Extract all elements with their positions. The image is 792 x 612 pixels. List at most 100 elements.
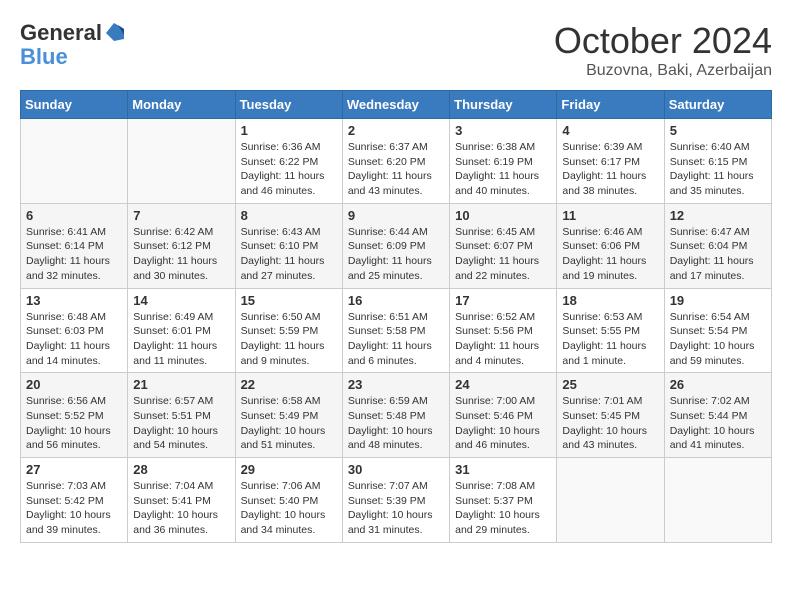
- calendar-week-5: 27 Sunrise: 7:03 AMSunset: 5:42 PMDayligh…: [21, 458, 772, 543]
- calendar-cell: 11 Sunrise: 6:46 AMSunset: 6:06 PMDayligh…: [557, 203, 664, 288]
- day-info: Sunrise: 6:38 AMSunset: 6:19 PMDaylight:…: [455, 140, 551, 199]
- calendar-cell: 31Sunrise: 7:08 AMSunset: 5:37 PMDayligh…: [450, 458, 557, 543]
- calendar-cell: 18 Sunrise: 6:53 AMSunset: 5:55 PMDayligh…: [557, 288, 664, 373]
- day-number: 9: [348, 208, 444, 223]
- day-info: Sunrise: 7:04 AMSunset: 5:41 PMDaylight:…: [133, 479, 229, 538]
- day-number: 28: [133, 462, 229, 477]
- month-title: October 2024: [554, 20, 772, 62]
- day-number: 23: [348, 377, 444, 392]
- day-number: 26: [670, 377, 766, 392]
- day-info: Sunrise: 6:49 AMSunset: 6:01 PMDaylight:…: [133, 310, 229, 369]
- day-info: Sunrise: 6:42 AMSunset: 6:12 PMDaylight:…: [133, 225, 229, 284]
- calendar-cell: 17 Sunrise: 6:52 AMSunset: 5:56 PMDayligh…: [450, 288, 557, 373]
- calendar-cell: 22Sunrise: 6:58 AMSunset: 5:49 PMDayligh…: [235, 373, 342, 458]
- day-number: 8: [241, 208, 337, 223]
- calendar-cell: 9Sunrise: 6:44 AMSunset: 6:09 PMDaylight…: [342, 203, 449, 288]
- day-info: Sunrise: 6:52 AMSunset: 5:56 PMDaylight:…: [455, 310, 551, 369]
- day-info: Sunrise: 6:37 AMSunset: 6:20 PMDaylight:…: [348, 140, 444, 199]
- calendar-cell: 24Sunrise: 7:00 AMSunset: 5:46 PMDayligh…: [450, 373, 557, 458]
- calendar-cell: [128, 119, 235, 204]
- page-header: General Blue October 2024 Buzovna, Baki,…: [20, 20, 772, 80]
- day-info: Sunrise: 6:54 AMSunset: 5:54 PMDaylight:…: [670, 310, 766, 369]
- day-number: 31: [455, 462, 551, 477]
- calendar-cell: 13Sunrise: 6:48 AMSunset: 6:03 PMDayligh…: [21, 288, 128, 373]
- day-number: 12: [670, 208, 766, 223]
- calendar-header-row: SundayMondayTuesdayWednesdayThursdayFrid…: [21, 91, 772, 119]
- day-info: Sunrise: 6:45 AMSunset: 6:07 PMDaylight:…: [455, 225, 551, 284]
- calendar-cell: 27 Sunrise: 7:03 AMSunset: 5:42 PMDayligh…: [21, 458, 128, 543]
- day-number: 21: [133, 377, 229, 392]
- calendar-cell: 26 Sunrise: 7:02 AMSunset: 5:44 PMDayligh…: [664, 373, 771, 458]
- day-number: 11: [562, 208, 658, 223]
- day-info: Sunrise: 6:39 AMSunset: 6:17 PMDaylight:…: [562, 140, 658, 199]
- day-info: Sunrise: 7:01 AMSunset: 5:45 PMDaylight:…: [562, 394, 658, 453]
- day-number: 18: [562, 293, 658, 308]
- logo-general: General: [20, 20, 102, 46]
- day-info: Sunrise: 7:03 AMSunset: 5:42 PMDaylight:…: [26, 479, 122, 538]
- day-info: Sunrise: 6:43 AMSunset: 6:10 PMDaylight:…: [241, 225, 337, 284]
- calendar-cell: 28 Sunrise: 7:04 AMSunset: 5:41 PMDayligh…: [128, 458, 235, 543]
- day-info: Sunrise: 6:53 AMSunset: 5:55 PMDaylight:…: [562, 310, 658, 369]
- day-info: Sunrise: 6:50 AMSunset: 5:59 PMDaylight:…: [241, 310, 337, 369]
- day-info: Sunrise: 6:40 AMSunset: 6:15 PMDaylight:…: [670, 140, 766, 199]
- calendar-cell: 12 Sunrise: 6:47 AMSunset: 6:04 PMDayligh…: [664, 203, 771, 288]
- calendar-cell: [664, 458, 771, 543]
- day-number: 1: [241, 123, 337, 138]
- day-number: 29: [241, 462, 337, 477]
- day-number: 15: [241, 293, 337, 308]
- day-number: 27: [26, 462, 122, 477]
- day-number: 25: [562, 377, 658, 392]
- day-number: 3: [455, 123, 551, 138]
- calendar-week-2: 6Sunrise: 6:41 AMSunset: 6:14 PMDaylight…: [21, 203, 772, 288]
- logo-blue: Blue: [20, 46, 126, 68]
- day-info: Sunrise: 7:02 AMSunset: 5:44 PMDaylight:…: [670, 394, 766, 453]
- day-number: 5: [670, 123, 766, 138]
- calendar-cell: 10 Sunrise: 6:45 AMSunset: 6:07 PMDayligh…: [450, 203, 557, 288]
- calendar-cell: 25 Sunrise: 7:01 AMSunset: 5:45 PMDayligh…: [557, 373, 664, 458]
- day-number: 30: [348, 462, 444, 477]
- calendar-cell: 7Sunrise: 6:42 AMSunset: 6:12 PMDaylight…: [128, 203, 235, 288]
- day-info: Sunrise: 6:48 AMSunset: 6:03 PMDaylight:…: [26, 310, 122, 369]
- calendar-cell: 2 Sunrise: 6:37 AMSunset: 6:20 PMDaylight…: [342, 119, 449, 204]
- day-info: Sunrise: 6:36 AMSunset: 6:22 PMDaylight:…: [241, 140, 337, 199]
- weekday-header-monday: Monday: [128, 91, 235, 119]
- location: Buzovna, Baki, Azerbaijan: [554, 62, 772, 80]
- weekday-header-sunday: Sunday: [21, 91, 128, 119]
- day-info: Sunrise: 6:51 AMSunset: 5:58 PMDaylight:…: [348, 310, 444, 369]
- weekday-header-friday: Friday: [557, 91, 664, 119]
- day-info: Sunrise: 6:57 AMSunset: 5:51 PMDaylight:…: [133, 394, 229, 453]
- day-number: 4: [562, 123, 658, 138]
- day-info: Sunrise: 6:47 AMSunset: 6:04 PMDaylight:…: [670, 225, 766, 284]
- weekday-header-tuesday: Tuesday: [235, 91, 342, 119]
- calendar-cell: 3 Sunrise: 6:38 AMSunset: 6:19 PMDaylight…: [450, 119, 557, 204]
- day-number: 17: [455, 293, 551, 308]
- calendar-cell: 14Sunrise: 6:49 AMSunset: 6:01 PMDayligh…: [128, 288, 235, 373]
- logo: General Blue: [20, 20, 126, 68]
- day-info: Sunrise: 7:00 AMSunset: 5:46 PMDaylight:…: [455, 394, 551, 453]
- calendar-cell: 16 Sunrise: 6:51 AMSunset: 5:58 PMDayligh…: [342, 288, 449, 373]
- day-info: Sunrise: 6:59 AMSunset: 5:48 PMDaylight:…: [348, 394, 444, 453]
- day-info: Sunrise: 6:46 AMSunset: 6:06 PMDaylight:…: [562, 225, 658, 284]
- calendar-cell: 5 Sunrise: 6:40 AMSunset: 6:15 PMDaylight…: [664, 119, 771, 204]
- calendar-cell: 30Sunrise: 7:07 AMSunset: 5:39 PMDayligh…: [342, 458, 449, 543]
- day-number: 2: [348, 123, 444, 138]
- day-number: 10: [455, 208, 551, 223]
- calendar-cell: 29Sunrise: 7:06 AMSunset: 5:40 PMDayligh…: [235, 458, 342, 543]
- calendar-cell: [21, 119, 128, 204]
- weekday-header-wednesday: Wednesday: [342, 91, 449, 119]
- calendar-week-4: 20Sunrise: 6:56 AMSunset: 5:52 PMDayligh…: [21, 373, 772, 458]
- weekday-header-saturday: Saturday: [664, 91, 771, 119]
- day-number: 19: [670, 293, 766, 308]
- day-info: Sunrise: 6:58 AMSunset: 5:49 PMDaylight:…: [241, 394, 337, 453]
- calendar-cell: 1 Sunrise: 6:36 AMSunset: 6:22 PMDaylight…: [235, 119, 342, 204]
- calendar-week-1: 1 Sunrise: 6:36 AMSunset: 6:22 PMDaylight…: [21, 119, 772, 204]
- day-number: 16: [348, 293, 444, 308]
- calendar-cell: 20Sunrise: 6:56 AMSunset: 5:52 PMDayligh…: [21, 373, 128, 458]
- calendar-cell: 15 Sunrise: 6:50 AMSunset: 5:59 PMDayligh…: [235, 288, 342, 373]
- calendar-cell: 19 Sunrise: 6:54 AMSunset: 5:54 PMDayligh…: [664, 288, 771, 373]
- calendar-table: SundayMondayTuesdayWednesdayThursdayFrid…: [20, 90, 772, 543]
- calendar-cell: 23 Sunrise: 6:59 AMSunset: 5:48 PMDayligh…: [342, 373, 449, 458]
- title-block: October 2024 Buzovna, Baki, Azerbaijan: [554, 20, 772, 80]
- calendar-cell: [557, 458, 664, 543]
- calendar-cell: 6Sunrise: 6:41 AMSunset: 6:14 PMDaylight…: [21, 203, 128, 288]
